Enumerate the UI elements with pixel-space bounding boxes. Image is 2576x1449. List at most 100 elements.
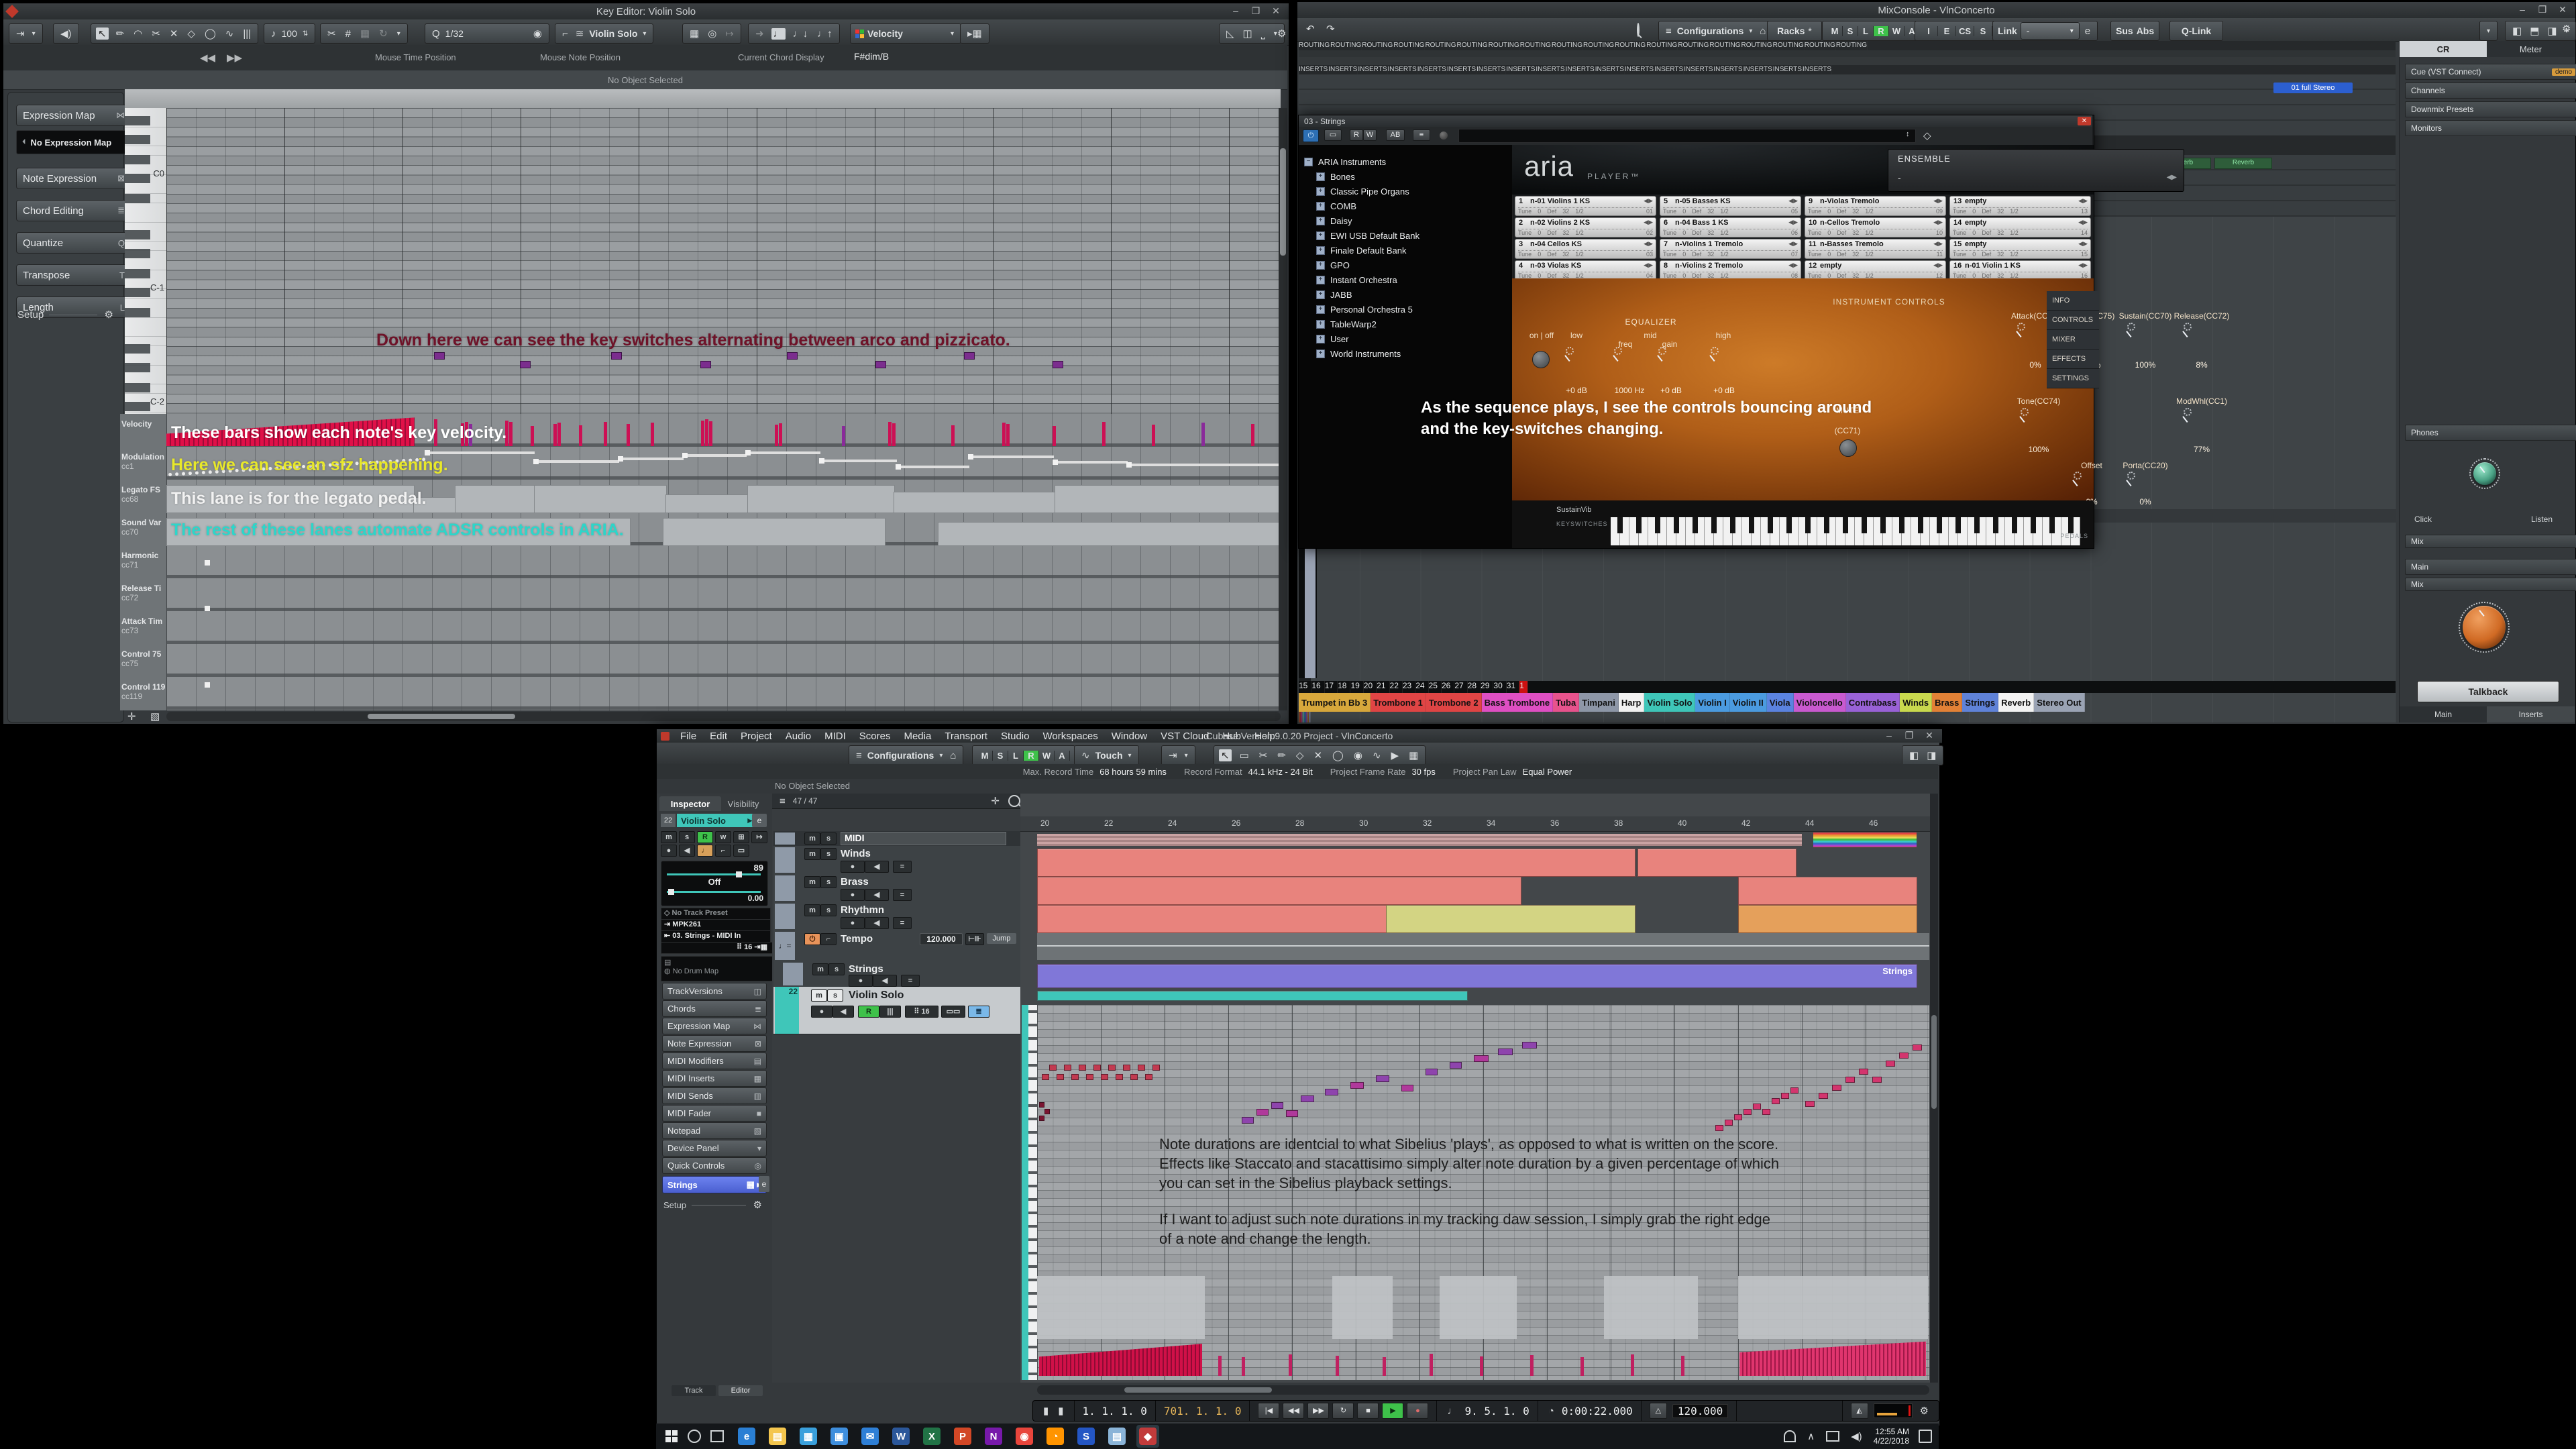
- routing-rack-label[interactable]: ROUTING: [1805, 41, 1836, 50]
- pan-slider[interactable]: [667, 891, 761, 893]
- note-length-icon[interactable]: ♩: [771, 28, 786, 40]
- channel-number[interactable]: 20: [1364, 681, 1377, 693]
- select-tool-icon[interactable]: ↖: [1219, 749, 1232, 761]
- channel-number[interactable]: 15: [1299, 681, 1311, 693]
- pan-value[interactable]: Off: [708, 877, 721, 887]
- mute-button[interactable]: m: [812, 963, 828, 975]
- modulation-segment[interactable]: [820, 460, 897, 462]
- cr-monitors-row[interactable]: Monitors: [2405, 120, 2576, 136]
- midi-note[interactable]: [1044, 1109, 1050, 1114]
- drum-map-row[interactable]: ▤◍ No Drum Map: [661, 956, 773, 981]
- instrument-slot[interactable]: 14 empty ◀▶ Tune0 Def32 1/2 14: [1949, 217, 2091, 237]
- stepper-icon[interactable]: ⇅: [301, 30, 310, 38]
- event-part[interactable]: [1738, 905, 1917, 933]
- slot-arrows-icon[interactable]: ◀▶: [2078, 240, 2088, 248]
- aria-keyboard[interactable]: [1611, 517, 2080, 545]
- nav-next-icon[interactable]: ▶▶: [225, 52, 244, 64]
- menu-item[interactable]: Media: [902, 731, 932, 742]
- folder-icon[interactable]: [783, 963, 803, 985]
- lock-icon[interactable]: ⌐: [820, 933, 837, 945]
- cc-selection-block[interactable]: [1332, 1276, 1393, 1339]
- midi-note[interactable]: [1886, 1061, 1895, 1067]
- slot-arrows-icon[interactable]: ◀▶: [1933, 240, 1943, 248]
- midi-note[interactable]: [1899, 1053, 1909, 1059]
- menu-item[interactable]: Audio: [784, 731, 812, 742]
- minimize-icon[interactable]: –: [1879, 730, 1899, 741]
- record-icon[interactable]: ●: [1407, 1403, 1428, 1419]
- legato-block[interactable]: [665, 494, 749, 513]
- grid-icon[interactable]: #: [343, 28, 353, 40]
- chevron-down-icon[interactable]: ▾: [1747, 28, 1754, 35]
- inserts-rack-label[interactable]: INSERTS: [1447, 65, 1477, 74]
- monitor-icon[interactable]: ◀: [873, 975, 897, 987]
- channel-name[interactable]: Violin II: [1730, 693, 1767, 712]
- inserts-rack-label[interactable]: INSERTS: [1566, 65, 1595, 74]
- inserts-rack-label[interactable]: INSERTS: [1536, 65, 1565, 74]
- midi-connector-icon[interactable]: ◎: [706, 28, 718, 40]
- instrument-slot[interactable]: 9 n-Violas Tremolo ◀▶ Tune0 Def32 1/2 09: [1805, 196, 1946, 216]
- inserts-rack-label[interactable]: INSERTS: [1625, 65, 1654, 74]
- history-dropdown[interactable]: ▾: [2479, 21, 2498, 41]
- midi-note[interactable]: [1242, 1117, 1254, 1124]
- talkback-button[interactable]: Talkback: [2417, 681, 2559, 702]
- hidden-icons-chevron-icon[interactable]: ∧: [1805, 1430, 1817, 1442]
- timebase-icon[interactable]: ♩: [697, 845, 713, 857]
- track-preset-row[interactable]: ◇ No Track Preset: [661, 908, 771, 920]
- play-tool-icon[interactable]: ▶: [1389, 749, 1401, 761]
- midi-note[interactable]: [1049, 1065, 1057, 1071]
- tab-visibility[interactable]: Visibility: [722, 796, 764, 811]
- inspector-section-bar[interactable]: Expression Map ⋈: [662, 1018, 767, 1034]
- mute-button[interactable]: m: [804, 904, 820, 916]
- taskbar-app-icon[interactable]: X: [920, 1425, 943, 1448]
- sound-variation-block[interactable]: [663, 518, 885, 546]
- insert-slot-chip[interactable]: 01 full Stereo: [2273, 83, 2353, 93]
- modulation-segment[interactable]: [426, 451, 535, 454]
- modulation-segment[interactable]: [1128, 464, 1279, 466]
- event-part[interactable]: [1386, 905, 1635, 933]
- instrument-slot[interactable]: 16 n-01 Violin 1 KS ◀▶ Tune0 Def32 1/2 1…: [1949, 260, 2091, 280]
- inserts-rack-label[interactable]: INSERTS: [1803, 65, 1832, 74]
- vertical-scrollbar[interactable]: [1279, 108, 1287, 710]
- part-selector[interactable]: ⌐ ≋ Violin Solo ▾: [555, 23, 653, 44]
- zone-left-icon[interactable]: ◧: [1907, 749, 1921, 761]
- maximize-icon[interactable]: ❐: [1246, 5, 1266, 17]
- tab-effects[interactable]: EFFECTS: [2047, 350, 2099, 369]
- channel-name[interactable]: Trombone 2: [1426, 693, 1482, 712]
- key-editor-ruler[interactable]: [125, 89, 1281, 109]
- slot-arrows-icon[interactable]: ◀▶: [1644, 219, 1653, 226]
- control-knob[interactable]: [2184, 323, 2192, 331]
- group-icon[interactable]: =: [893, 889, 912, 901]
- routing-rack-label[interactable]: ROUTING: [1836, 41, 1868, 50]
- tree-item[interactable]: + EWI USB Default Bank: [1299, 228, 1512, 243]
- lane-label[interactable]: Harmonic cc71: [121, 551, 166, 570]
- zoom-tool-icon[interactable]: ◯: [1330, 749, 1346, 761]
- velocity-bar[interactable]: [1102, 422, 1106, 446]
- instrument-slot[interactable]: 5 n-05 Basses KS ◀▶ Tune0 Def32 1/2 05: [1660, 196, 1801, 216]
- note-down-icon[interactable]: ♩↓: [791, 28, 810, 40]
- time-display[interactable]: 0:00:22.000: [1562, 1405, 1633, 1417]
- zone-top-icon[interactable]: ⬒: [2528, 25, 2541, 37]
- scrollbar-handle[interactable]: [1280, 148, 1286, 256]
- cc-selection-block[interactable]: [1604, 1276, 1698, 1339]
- lane-label[interactable]: Release Ti cc72: [121, 584, 166, 602]
- routing-rack-label[interactable]: ROUTING: [1646, 41, 1678, 50]
- midi-note[interactable]: [1743, 1109, 1752, 1115]
- tree-item[interactable]: + Bones: [1299, 169, 1512, 184]
- track-row-strings-folder[interactable]: m s Strings ● ◀ =: [773, 961, 1020, 987]
- listen-label[interactable]: Listen: [2531, 515, 2553, 524]
- eq-freq-knob[interactable]: [1614, 347, 1622, 355]
- record-enable-button[interactable]: R: [858, 1006, 879, 1018]
- lanes-icon[interactable]: |||: [879, 1006, 901, 1018]
- midi-note[interactable]: [1152, 1065, 1160, 1071]
- view-filter-button[interactable]: CS: [1956, 26, 1974, 36]
- solo-button[interactable]: s: [828, 963, 845, 975]
- cc-handle[interactable]: [205, 606, 210, 611]
- metronome-icon[interactable]: △: [1650, 1403, 1667, 1419]
- inspector-setup[interactable]: Setup ⚙: [663, 1199, 764, 1211]
- channel-name[interactable]: Contrabass: [1846, 693, 1900, 712]
- tree-item[interactable]: + TableWarp2: [1299, 317, 1512, 331]
- forward-icon[interactable]: ▶▶: [1307, 1403, 1329, 1419]
- modulation-segment[interactable]: [684, 454, 747, 457]
- main-mix-row[interactable]: Mix: [2405, 578, 2576, 591]
- velocity-bar[interactable]: [709, 421, 712, 446]
